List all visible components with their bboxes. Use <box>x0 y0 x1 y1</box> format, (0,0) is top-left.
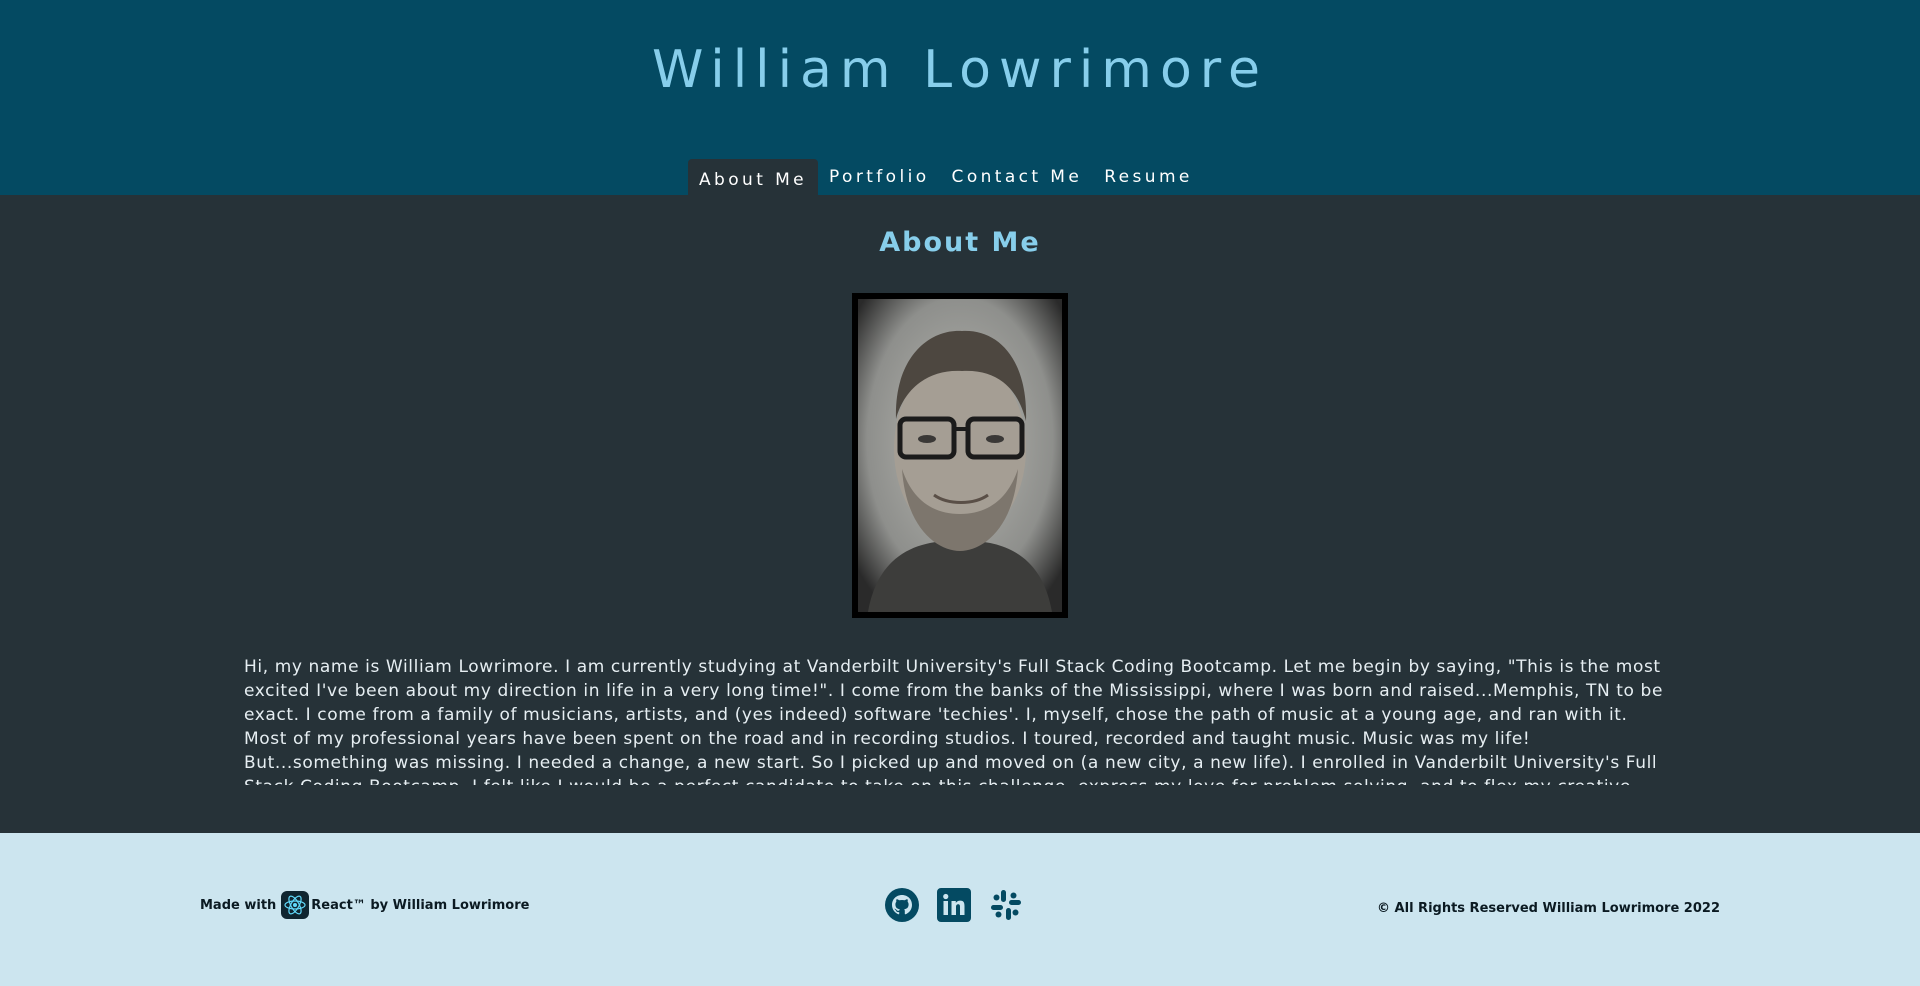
about-section: About Me Hi, my name is William Lowrimor <box>0 195 1920 833</box>
nav-contact-me[interactable]: Contact Me <box>941 159 1094 195</box>
main-nav: About Me Portfolio Contact Me Resume <box>688 159 1204 195</box>
github-icon[interactable] <box>884 887 920 923</box>
site-footer: Made with React™ by William Lowrimore © … <box>0 833 1920 986</box>
copyright: © All Rights Reserved William Lowrimore … <box>1377 901 1720 916</box>
social-links <box>884 887 1024 923</box>
nav-resume[interactable]: Resume <box>1093 159 1204 195</box>
linkedin-icon[interactable] <box>936 887 972 923</box>
react-credit: React™ by William Lowrimore <box>311 897 530 913</box>
nav-about-me[interactable]: About Me <box>688 159 818 195</box>
portrait-illustration <box>858 299 1062 612</box>
bio-text: Hi, my name is William Lowrimore. I am c… <box>244 657 1664 785</box>
section-title: About Me <box>879 227 1041 258</box>
made-with: Made with React™ by William Lowrimore <box>200 891 529 919</box>
made-with-label: Made with <box>200 897 277 913</box>
react-icon <box>281 891 310 919</box>
profile-photo <box>852 293 1068 618</box>
site-title: William Lowrimore <box>651 40 1269 100</box>
nav-portfolio[interactable]: Portfolio <box>818 159 941 195</box>
slack-icon[interactable] <box>988 887 1024 923</box>
site-header: William Lowrimore About Me Portfolio Con… <box>0 0 1920 195</box>
